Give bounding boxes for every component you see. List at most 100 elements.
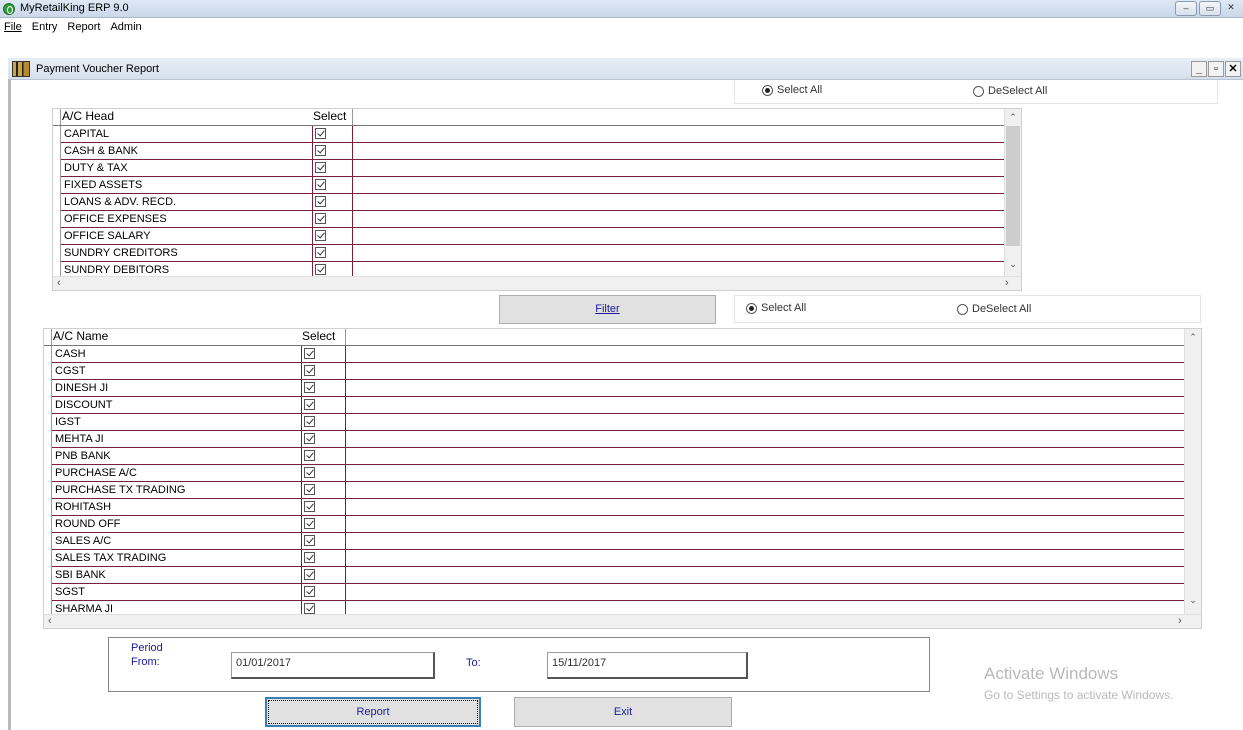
child-minimize-button[interactable]: _ xyxy=(1191,61,1207,77)
ac-name-row[interactable]: DISCOUNT xyxy=(44,397,1185,414)
select-checkbox[interactable] xyxy=(315,213,326,224)
row-gutter[interactable] xyxy=(53,228,61,245)
row-gutter[interactable] xyxy=(53,194,61,211)
select-checkbox[interactable] xyxy=(304,586,315,597)
select-checkbox[interactable] xyxy=(304,348,315,359)
row-gutter[interactable] xyxy=(44,584,52,601)
row-gutter[interactable] xyxy=(44,533,52,550)
menu-report[interactable]: Report xyxy=(67,21,100,33)
row-gutter[interactable] xyxy=(53,245,61,262)
ac-name-row[interactable]: PNB BANK xyxy=(44,448,1185,465)
ac-head-row[interactable]: CAPITAL xyxy=(53,126,1005,143)
row-gutter[interactable] xyxy=(44,567,52,584)
ac-name-row[interactable]: CASH xyxy=(44,346,1185,363)
col-ac-head[interactable]: A/C Head xyxy=(61,109,313,125)
scroll-left-icon[interactable]: ‹ xyxy=(48,615,52,627)
select-checkbox[interactable] xyxy=(304,450,315,461)
ac-head-row[interactable]: OFFICE EXPENSES xyxy=(53,211,1005,228)
ac-name-row[interactable]: SGST xyxy=(44,584,1185,601)
menu-admin[interactable]: Admin xyxy=(110,21,141,33)
ac-name-row[interactable]: ROUND OFF xyxy=(44,516,1185,533)
head-select-all-radio[interactable]: Select All xyxy=(762,84,822,96)
select-checkbox[interactable] xyxy=(304,416,315,427)
row-gutter[interactable] xyxy=(44,465,52,482)
to-date-field[interactable]: 15/11/2017 xyxy=(547,652,748,679)
select-checkbox[interactable] xyxy=(315,179,326,190)
minimize-button[interactable]: – xyxy=(1175,1,1197,16)
select-checkbox[interactable] xyxy=(315,230,326,241)
row-gutter[interactable] xyxy=(53,211,61,228)
ac-head-row[interactable]: DUTY & TAX xyxy=(53,160,1005,177)
exit-button[interactable]: Exit xyxy=(514,697,732,727)
scroll-right-icon[interactable]: › xyxy=(1178,615,1182,627)
close-button[interactable]: ✕ xyxy=(1223,1,1239,16)
select-checkbox[interactable] xyxy=(315,128,326,139)
row-gutter[interactable] xyxy=(44,550,52,567)
filter-button[interactable]: Filter xyxy=(499,295,716,324)
ac-name-row[interactable]: PURCHASE TX TRADING xyxy=(44,482,1185,499)
scroll-up-icon[interactable]: ⌃ xyxy=(1185,332,1201,343)
select-checkbox[interactable] xyxy=(304,518,315,529)
select-checkbox[interactable] xyxy=(304,433,315,444)
ac-name-row[interactable]: SALES A/C xyxy=(44,533,1185,550)
select-checkbox[interactable] xyxy=(304,535,315,546)
col-ac-name[interactable]: A/C Name xyxy=(52,329,302,345)
select-checkbox[interactable] xyxy=(315,162,326,173)
select-checkbox[interactable] xyxy=(304,365,315,376)
name-deselect-all-radio[interactable]: DeSelect All xyxy=(957,303,1031,315)
row-gutter[interactable] xyxy=(53,143,61,160)
ac-name-grid[interactable]: A/C Name Select CASH CGST DINESH JI DISCOUN… xyxy=(43,328,1202,629)
row-gutter[interactable] xyxy=(44,363,52,380)
name-vertical-scrollbar[interactable]: ⌃ ⌄ xyxy=(1184,329,1201,614)
ac-head-row[interactable]: LOANS & ADV. RECD. xyxy=(53,194,1005,211)
scroll-left-icon[interactable]: ‹ xyxy=(57,277,61,289)
restore-button[interactable]: ▭ xyxy=(1199,1,1221,16)
col-select[interactable]: Select xyxy=(302,329,346,345)
ac-head-row[interactable]: CASH & BANK xyxy=(53,143,1005,160)
row-gutter[interactable] xyxy=(44,346,52,363)
ac-name-row[interactable]: SALES TAX TRADING xyxy=(44,550,1185,567)
select-checkbox[interactable] xyxy=(315,247,326,258)
name-horizontal-scrollbar[interactable]: ‹ › xyxy=(44,614,1201,628)
ac-name-row[interactable]: CGST xyxy=(44,363,1185,380)
name-select-all-radio[interactable]: Select All xyxy=(746,302,806,314)
ac-head-row[interactable]: OFFICE SALARY xyxy=(53,228,1005,245)
ac-name-row[interactable]: MEHTA JI xyxy=(44,431,1185,448)
row-gutter[interactable] xyxy=(44,414,52,431)
ac-name-row[interactable]: DINESH JI xyxy=(44,380,1185,397)
ac-head-row[interactable]: FIXED ASSETS xyxy=(53,177,1005,194)
row-gutter[interactable] xyxy=(53,160,61,177)
ac-name-row[interactable]: IGST xyxy=(44,414,1185,431)
row-gutter[interactable] xyxy=(53,126,61,143)
row-gutter[interactable] xyxy=(44,448,52,465)
head-horizontal-scrollbar[interactable]: ‹ › xyxy=(53,276,1021,290)
scroll-up-icon[interactable]: ⌃ xyxy=(1005,112,1021,123)
row-gutter[interactable] xyxy=(44,516,52,533)
head-vertical-scrollbar[interactable]: ⌃ ⌄ xyxy=(1004,109,1021,276)
scroll-thumb[interactable] xyxy=(1006,126,1020,246)
scroll-right-icon[interactable]: › xyxy=(1005,277,1009,289)
ac-name-row[interactable]: ROHITASH xyxy=(44,499,1185,516)
scroll-down-icon[interactable]: ⌄ xyxy=(1185,595,1201,606)
select-checkbox[interactable] xyxy=(304,603,315,614)
row-gutter[interactable] xyxy=(53,177,61,194)
select-checkbox[interactable] xyxy=(304,467,315,478)
scroll-down-icon[interactable]: ⌄ xyxy=(1005,259,1021,270)
head-deselect-all-radio[interactable]: DeSelect All xyxy=(973,85,1047,97)
select-checkbox[interactable] xyxy=(304,552,315,563)
row-gutter[interactable] xyxy=(44,397,52,414)
select-checkbox[interactable] xyxy=(304,484,315,495)
report-button[interactable]: Report xyxy=(265,697,481,727)
child-close-button[interactable]: ✕ xyxy=(1225,61,1241,77)
select-checkbox[interactable] xyxy=(315,264,326,275)
menu-file[interactable]: File xyxy=(4,21,22,33)
select-checkbox[interactable] xyxy=(304,569,315,580)
child-restore-button[interactable]: ▫ xyxy=(1208,61,1224,77)
ac-head-row[interactable]: SUNDRY CREDITORS xyxy=(53,245,1005,262)
ac-name-row[interactable]: SBI BANK xyxy=(44,567,1185,584)
row-gutter[interactable] xyxy=(44,499,52,516)
col-select[interactable]: Select xyxy=(313,109,353,125)
select-checkbox[interactable] xyxy=(315,145,326,156)
ac-name-row[interactable]: PURCHASE A/C xyxy=(44,465,1185,482)
select-checkbox[interactable] xyxy=(304,501,315,512)
